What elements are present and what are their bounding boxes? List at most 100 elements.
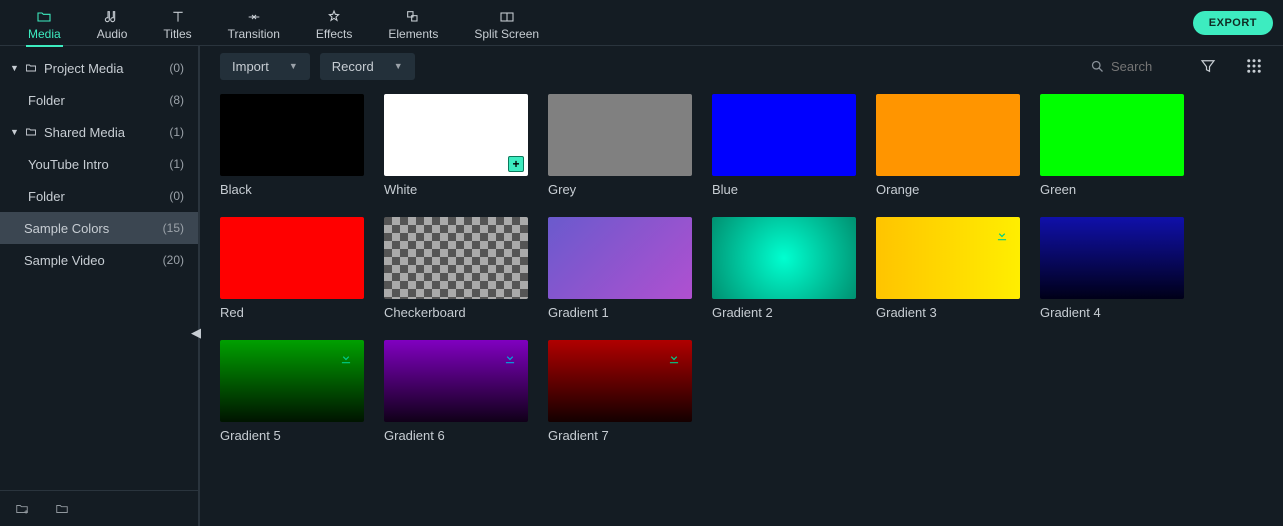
color-thumbnail[interactable] [1040,94,1184,176]
tab-splitscreen[interactable]: Split Screen [456,5,557,41]
top-toolbar: Media Audio Titles Transition Effects Element… [0,0,1283,46]
color-label: Gradient 2 [712,305,856,320]
sidebar-item-project-media[interactable]: ▼Project Media(0) [0,52,198,84]
folder-icon[interactable] [54,502,70,516]
color-card-gradient-6[interactable]: Gradient 6 [384,340,528,443]
color-card-blue[interactable]: Blue [712,94,856,197]
color-card-red[interactable]: Red [220,217,364,320]
color-card-orange[interactable]: Orange [876,94,1020,197]
color-card-green[interactable]: Green [1040,94,1184,197]
media-icon [34,9,54,25]
color-card-gradient-7[interactable]: Gradient 7 [548,340,692,443]
add-icon[interactable]: + [508,156,524,172]
color-thumbnail[interactable] [1040,217,1184,299]
sidebar-item-sample-video[interactable]: Sample Video(20) [0,244,198,276]
disclosure-triangle-icon[interactable]: ▼ [10,63,20,73]
media-sidebar: ▼Project Media(0)Folder(8)▼Shared Media(… [0,46,200,526]
download-icon[interactable] [666,350,682,366]
grid-view-icon[interactable] [1245,57,1263,75]
sidebar-footer [0,490,198,526]
tab-label: Split Screen [474,27,539,41]
sidebar-item-folder[interactable]: Folder(0) [0,180,198,212]
audio-icon [102,9,122,25]
tab-titles[interactable]: Titles [145,5,209,41]
color-label: White [384,182,528,197]
color-thumbnail[interactable] [384,217,528,299]
color-label: Gradient 1 [548,305,692,320]
color-thumbnail[interactable] [548,217,692,299]
color-thumbnail[interactable] [548,340,692,422]
import-label: Import [232,59,269,74]
disclosure-triangle-icon[interactable]: ▼ [10,127,20,137]
color-label: Gradient 4 [1040,305,1184,320]
tab-label: Media [28,27,61,41]
color-thumbnail[interactable] [548,94,692,176]
sidebar-item-label: Folder [28,93,169,108]
record-dropdown[interactable]: Record ▼ [320,53,415,80]
color-label: Green [1040,182,1184,197]
chevron-down-icon: ▼ [289,61,298,71]
sidebar-item-count: (0) [169,189,184,203]
color-thumbnail[interactable] [220,217,364,299]
collapse-sidebar-handle[interactable]: ◀ [192,318,200,348]
color-thumbnail[interactable] [220,94,364,176]
search-input[interactable] [1111,59,1171,74]
chevron-down-icon: ▼ [394,61,403,71]
color-card-checkerboard[interactable]: Checkerboard [384,217,528,320]
sidebar-item-sample-colors[interactable]: Sample Colors(15) [0,212,198,244]
color-label: Red [220,305,364,320]
color-card-grey[interactable]: Grey [548,94,692,197]
color-label: Orange [876,182,1020,197]
tab-media[interactable]: Media [10,5,79,41]
color-thumbnail[interactable] [220,340,364,422]
color-card-gradient-1[interactable]: Gradient 1 [548,217,692,320]
tab-label: Effects [316,27,352,41]
tab-audio[interactable]: Audio [79,5,146,41]
color-thumbnail[interactable] [876,217,1020,299]
sidebar-item-label: Shared Media [44,125,169,140]
search-icon [1090,59,1105,74]
color-card-gradient-2[interactable]: Gradient 2 [712,217,856,320]
import-dropdown[interactable]: Import ▼ [220,53,310,80]
color-label: Gradient 5 [220,428,364,443]
download-icon[interactable] [338,350,354,366]
color-label: Checkerboard [384,305,528,320]
color-label: Blue [712,182,856,197]
main-header: Import ▼ Record ▼ [200,46,1283,86]
effects-icon [324,9,344,25]
add-folder-icon[interactable] [14,502,30,516]
tab-transition[interactable]: Transition [210,5,298,41]
sidebar-item-count: (1) [169,125,184,139]
sidebar-item-label: Sample Video [24,253,163,268]
download-icon[interactable] [994,227,1010,243]
folder-icon [24,62,38,74]
sidebar-item-label: Project Media [44,61,169,76]
color-thumbnail[interactable] [876,94,1020,176]
sidebar-item-youtube-intro[interactable]: YouTube Intro(1) [0,148,198,180]
color-card-gradient-4[interactable]: Gradient 4 [1040,217,1184,320]
transition-icon [244,9,264,25]
color-thumbnail[interactable] [712,217,856,299]
color-label: Gradient 7 [548,428,692,443]
tab-label: Audio [97,27,128,41]
search-box[interactable] [1090,59,1171,74]
color-card-white[interactable]: + White [384,94,528,197]
sidebar-item-count: (20) [163,253,184,267]
color-card-black[interactable]: Black [220,94,364,197]
export-button[interactable]: EXPORT [1193,11,1273,35]
color-thumbnail[interactable]: + [384,94,528,176]
download-icon[interactable] [502,350,518,366]
tab-effects[interactable]: Effects [298,5,370,41]
tab-label: Titles [163,27,191,41]
filter-icon[interactable] [1199,57,1217,75]
color-card-gradient-3[interactable]: Gradient 3 [876,217,1020,320]
color-label: Gradient 3 [876,305,1020,320]
tab-elements[interactable]: Elements [370,5,456,41]
color-card-gradient-5[interactable]: Gradient 5 [220,340,364,443]
sidebar-item-label: Folder [28,189,169,204]
sidebar-item-shared-media[interactable]: ▼ Shared Media(1) [0,116,198,148]
titles-icon [168,9,188,25]
color-thumbnail[interactable] [384,340,528,422]
color-thumbnail[interactable] [712,94,856,176]
sidebar-item-folder[interactable]: Folder(8) [0,84,198,116]
